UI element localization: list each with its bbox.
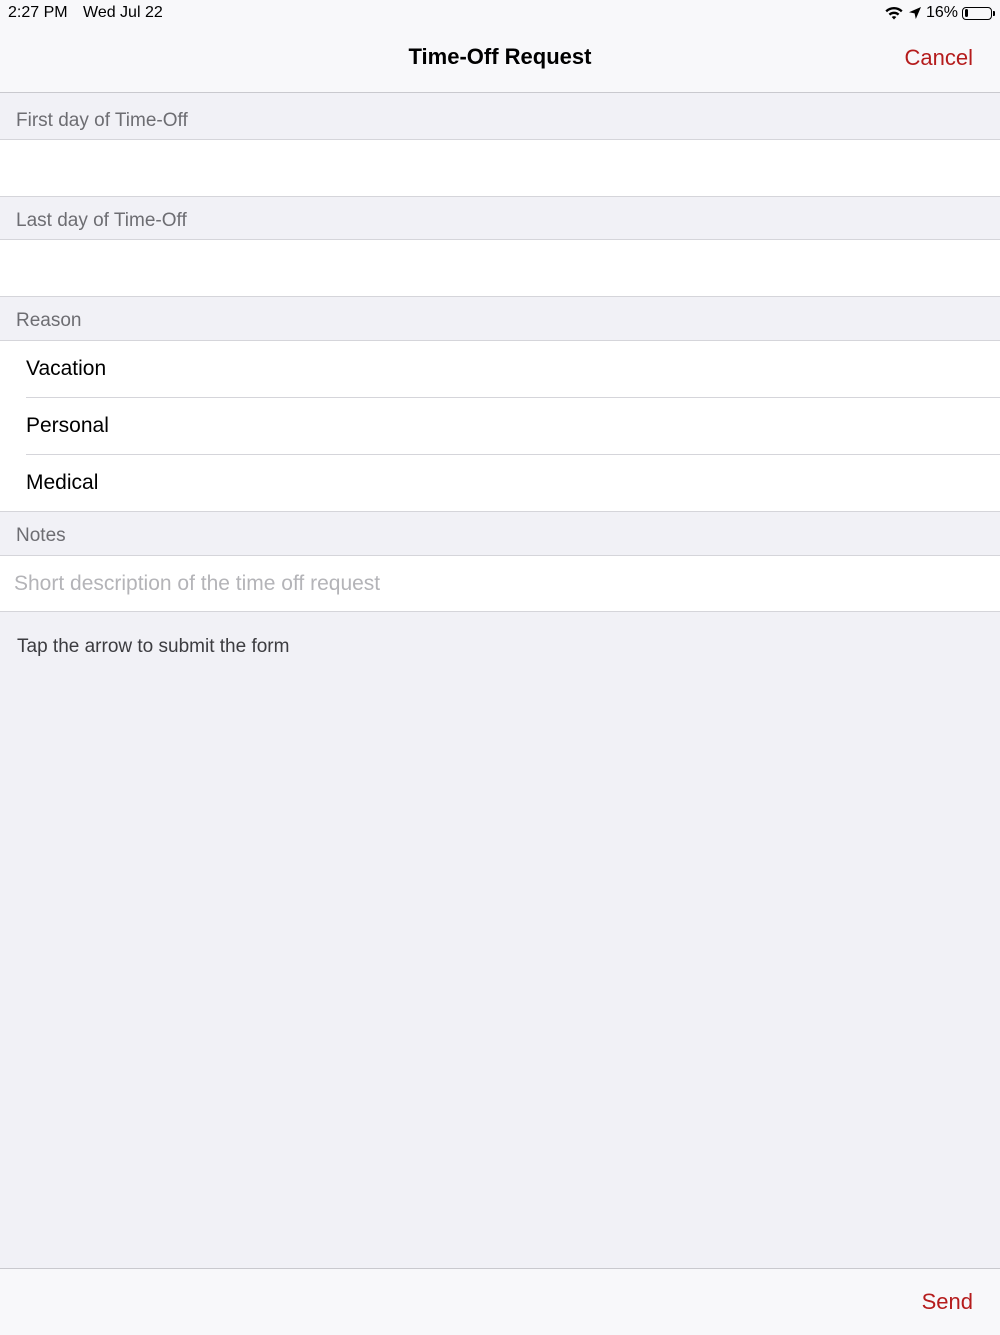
notes-row (0, 555, 1000, 612)
reason-label: Reason (16, 310, 82, 331)
battery-fill (964, 9, 969, 17)
section-header-reason: Reason (0, 297, 1000, 340)
battery-percent: 16% (925, 4, 958, 21)
first-day-label: First day of Time-Off (16, 110, 188, 131)
reason-option-personal[interactable]: Personal (0, 398, 1000, 455)
page-title: Time-Off Request (408, 44, 592, 69)
first-day-field[interactable] (0, 140, 1000, 196)
notes-field[interactable] (0, 556, 1000, 611)
status-indicators: 16% (884, 4, 995, 22)
wifi-icon (884, 5, 904, 21)
status-bar: 2:27 PM Wed Jul 22 16% (0, 0, 1000, 26)
status-time: 2:27 PM (8, 4, 68, 21)
reason-option-medical[interactable]: Medical (0, 455, 1000, 512)
submit-hint: Tap the arrow to submit the form (17, 636, 290, 657)
first-day-row (0, 139, 1000, 197)
reason-option-label: Personal (26, 414, 109, 437)
battery-icon (962, 6, 995, 20)
location-arrow-icon (908, 6, 922, 20)
send-button[interactable]: Send (922, 1289, 973, 1315)
section-header-notes: Notes (0, 512, 1000, 555)
last-day-field[interactable] (0, 240, 1000, 296)
bottom-toolbar: Send (0, 1268, 1000, 1335)
section-header-first-day: First day of Time-Off (0, 93, 1000, 140)
reason-option-label: Vacation (26, 357, 107, 380)
notes-label: Notes (16, 525, 66, 546)
section-header-last-day: Last day of Time-Off (0, 197, 1000, 240)
reason-option-vacation[interactable]: Vacation (0, 341, 1000, 398)
cancel-button[interactable]: Cancel (905, 45, 973, 71)
reason-option-label: Medical (26, 471, 99, 494)
navigation-bar: 2:27 PM Wed Jul 22 16% Time-Off Request … (0, 0, 1000, 93)
status-date: Wed Jul 22 (83, 4, 163, 21)
last-day-row (0, 239, 1000, 297)
last-day-label: Last day of Time-Off (16, 210, 187, 231)
reason-list: Vacation Personal Medical (0, 340, 1000, 512)
